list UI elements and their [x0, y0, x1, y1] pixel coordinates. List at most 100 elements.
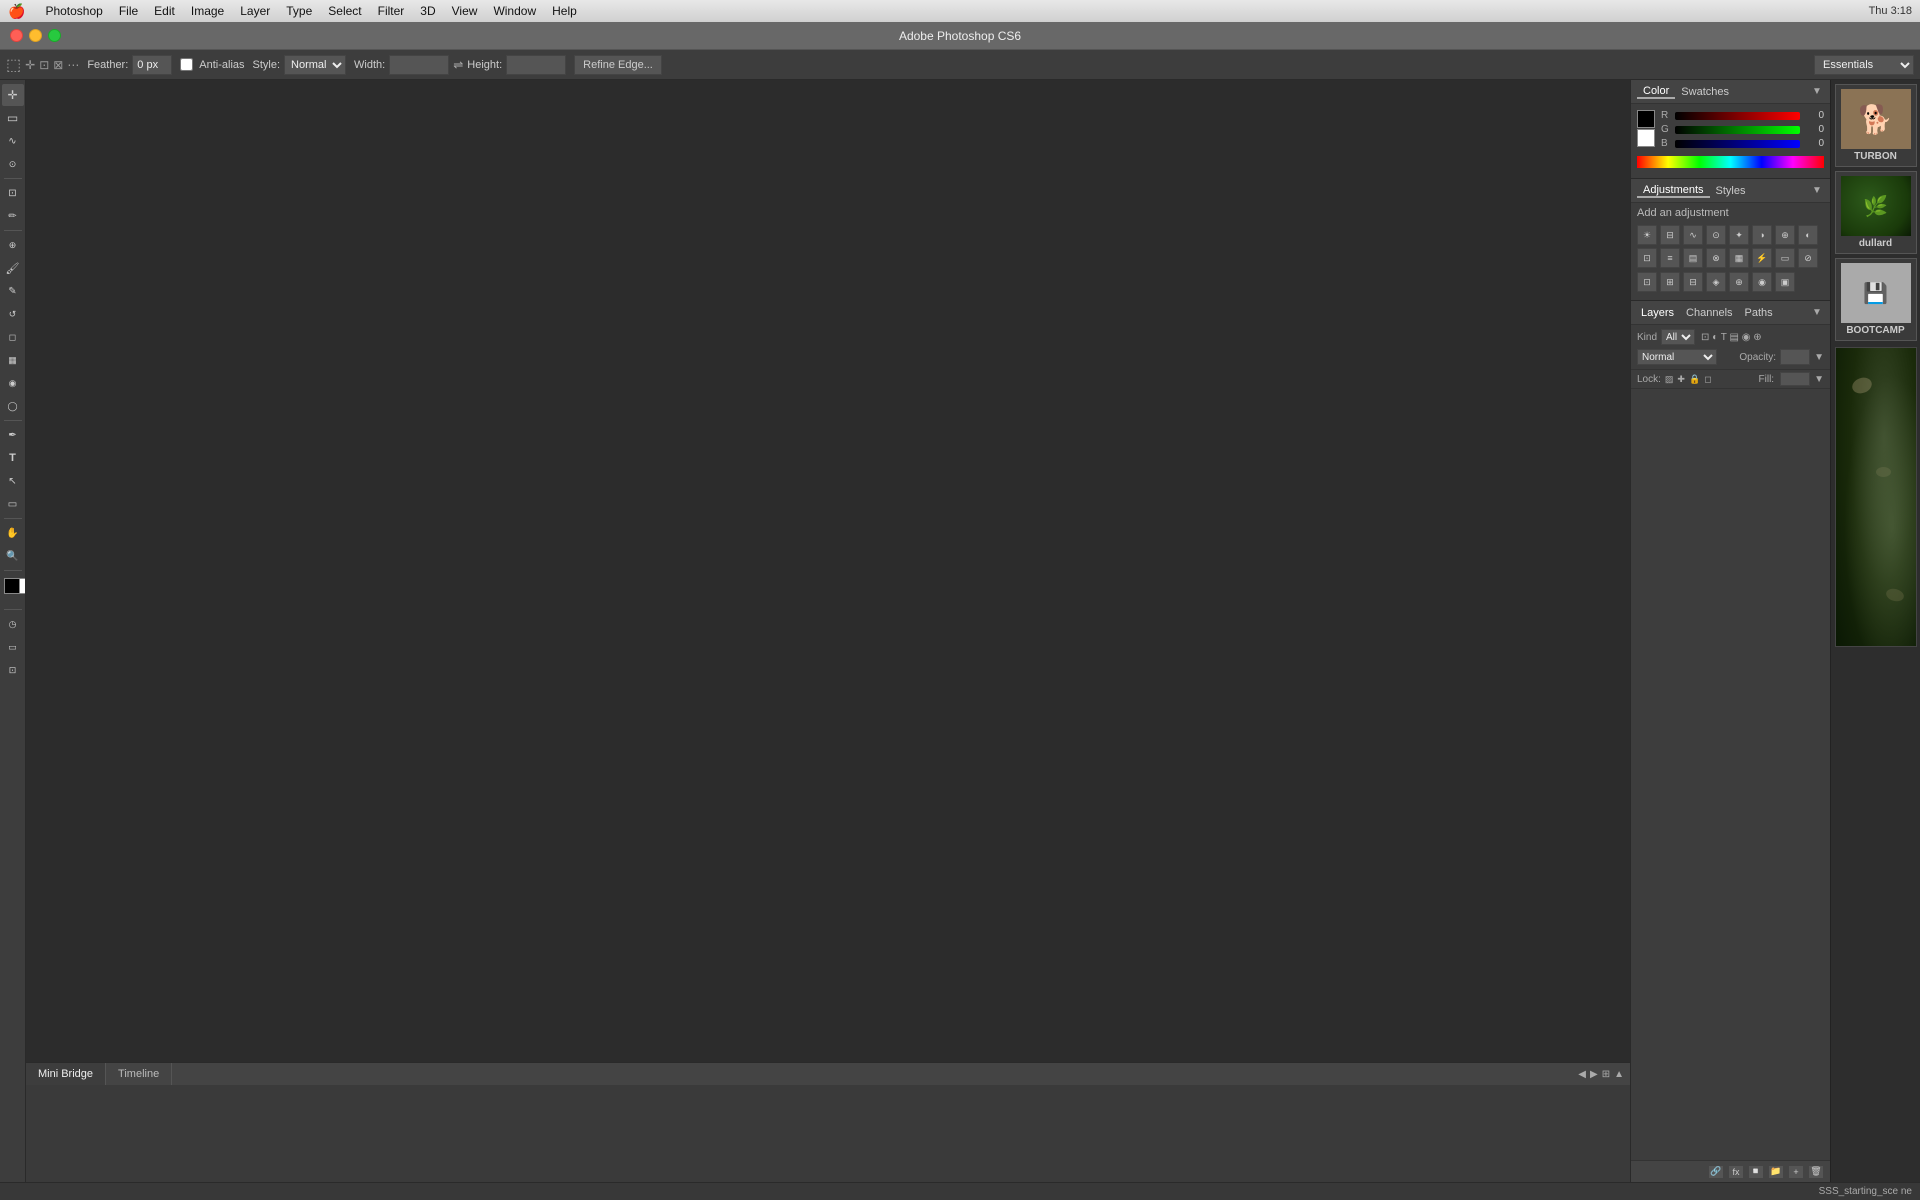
delete-layer-btn[interactable]: 🗑	[1808, 1165, 1824, 1179]
blend-mode-select[interactable]: Normal	[1637, 349, 1717, 365]
add-style-btn[interactable]: fx	[1728, 1165, 1744, 1179]
quick-mask-toggle[interactable]: ◷	[2, 613, 24, 635]
paths-tab[interactable]: Paths	[1741, 307, 1777, 319]
lock-position-icon[interactable]: ✚	[1677, 374, 1685, 385]
history-brush-tool[interactable]: ↺	[2, 303, 24, 325]
menu-type[interactable]: Type	[278, 0, 320, 22]
selective-color-icon[interactable]: ⊘	[1798, 248, 1818, 268]
panel-expand-icon[interactable]: ▲	[1614, 1069, 1624, 1080]
lock-all-icon[interactable]: 🔒	[1689, 374, 1700, 385]
fill-input[interactable]	[1780, 372, 1810, 386]
r-slider[interactable]	[1675, 112, 1800, 120]
type-tool[interactable]: T	[2, 447, 24, 469]
maximize-button[interactable]	[48, 29, 61, 42]
foreground-color[interactable]	[4, 578, 20, 594]
invert-icon[interactable]: ⊗	[1706, 248, 1726, 268]
menu-3d[interactable]: 3D	[412, 0, 443, 22]
adj-btn-4[interactable]: ◈	[1706, 272, 1726, 292]
adj-btn-6[interactable]: ◉	[1752, 272, 1772, 292]
opacity-dropdown-icon[interactable]: ▼	[1814, 352, 1824, 363]
hand-tool[interactable]: ✋	[2, 522, 24, 544]
opacity-input[interactable]	[1780, 349, 1810, 365]
gradient-map-icon[interactable]: ▭	[1775, 248, 1795, 268]
layers-panel-collapse[interactable]: ▼	[1812, 307, 1824, 319]
fill-dropdown-icon[interactable]: ▼	[1814, 374, 1824, 385]
apple-menu[interactable]: 🍎	[8, 3, 25, 20]
dullard-card[interactable]: 🌿 dullard	[1835, 171, 1917, 254]
dodge-tool[interactable]: ◯	[2, 395, 24, 417]
bootcamp-card[interactable]: 💾 BOOTCAMP	[1835, 258, 1917, 341]
color-lookup-icon[interactable]: ▤	[1683, 248, 1703, 268]
menu-layer[interactable]: Layer	[232, 0, 278, 22]
menu-window[interactable]: Window	[485, 0, 544, 22]
mini-bridge-tab[interactable]: Mini Bridge	[26, 1063, 106, 1085]
adj-btn-1[interactable]: ⊡	[1637, 272, 1657, 292]
levels-icon[interactable]: ⊟	[1660, 225, 1680, 245]
channel-mixer-icon[interactable]: ≡	[1660, 248, 1680, 268]
adj-btn-2[interactable]: ⊞	[1660, 272, 1680, 292]
swatches-tab[interactable]: Swatches	[1675, 86, 1735, 98]
quick-select-tool[interactable]: ⊙	[2, 153, 24, 175]
layers-content[interactable]	[1631, 389, 1830, 1160]
menu-view[interactable]: View	[444, 0, 486, 22]
menu-file[interactable]: File	[111, 0, 146, 22]
panel-left-arrow[interactable]: ◀	[1578, 1069, 1586, 1080]
bg-swatch[interactable]	[1637, 129, 1655, 147]
turbon-card[interactable]: 🐕 TURBON	[1835, 84, 1917, 167]
channels-tab[interactable]: Channels	[1682, 307, 1736, 319]
fg-swatch[interactable]	[1637, 110, 1655, 128]
color-panel-collapse[interactable]: ▼	[1812, 86, 1824, 98]
more-icon[interactable]: ⋯	[67, 58, 79, 72]
vibrance-icon[interactable]: ✦	[1729, 225, 1749, 245]
shape-tool[interactable]: ▭	[2, 493, 24, 515]
healing-brush-tool[interactable]: ⊕	[2, 234, 24, 256]
menu-help[interactable]: Help	[544, 0, 585, 22]
height-input[interactable]	[506, 55, 566, 75]
width-input[interactable]	[389, 55, 449, 75]
link-layers-btn[interactable]: 🔗	[1708, 1165, 1724, 1179]
selection-tool-icon[interactable]: ⬚	[6, 55, 21, 75]
crop-tool[interactable]: ⊡	[2, 182, 24, 204]
panel-grid-icon[interactable]: ⊞	[1602, 1069, 1610, 1080]
brush-tool[interactable]: 🖌	[2, 257, 24, 279]
subtract-icon[interactable]: ⊡	[39, 58, 49, 72]
adj-btn-7[interactable]: ▣	[1775, 272, 1795, 292]
move-tool[interactable]: ✛	[2, 84, 24, 106]
panel-right-arrow[interactable]: ▶	[1590, 1069, 1598, 1080]
clone-stamp-tool[interactable]: ✎	[2, 280, 24, 302]
exposure-icon[interactable]: ⊙	[1706, 225, 1726, 245]
lock-artboard-icon[interactable]: ◻	[1704, 374, 1711, 385]
hue-saturation-icon[interactable]: ◑	[1752, 225, 1772, 245]
screen-mode-toggle[interactable]: ▭	[2, 636, 24, 658]
new-group-btn[interactable]: 📁	[1768, 1165, 1784, 1179]
black-white-icon[interactable]: ◐	[1798, 225, 1818, 245]
menu-filter[interactable]: Filter	[370, 0, 413, 22]
menu-edit[interactable]: Edit	[146, 0, 183, 22]
eyedropper-tool[interactable]: ✏	[2, 205, 24, 227]
adjustments-tab[interactable]: Adjustments	[1637, 184, 1710, 198]
timeline-tab[interactable]: Timeline	[106, 1063, 172, 1085]
adj-btn-5[interactable]: ⊕	[1729, 272, 1749, 292]
zoom-tool[interactable]: 🔍	[2, 545, 24, 567]
menu-image[interactable]: Image	[183, 0, 232, 22]
lasso-tool[interactable]: ∿	[2, 130, 24, 152]
threshold-icon[interactable]: ⚡	[1752, 248, 1772, 268]
blur-tool[interactable]: ◉	[2, 372, 24, 394]
curves-icon[interactable]: ∿	[1683, 225, 1703, 245]
g-slider[interactable]	[1675, 126, 1800, 134]
intersect-icon[interactable]: ⊠	[53, 58, 63, 72]
menu-photoshop[interactable]: Photoshop	[37, 0, 110, 22]
eraser-tool[interactable]: ◻	[2, 326, 24, 348]
style-select[interactable]: Normal	[284, 55, 346, 75]
path-select-tool[interactable]: ↖	[2, 470, 24, 492]
b-slider[interactable]	[1675, 140, 1800, 148]
styles-tab[interactable]: Styles	[1710, 185, 1752, 197]
new-layer-btn[interactable]: +	[1788, 1165, 1804, 1179]
add-mask-btn[interactable]: ◽	[1748, 1165, 1764, 1179]
essentials-select[interactable]: Essentials	[1814, 55, 1914, 75]
brightness-contrast-icon[interactable]: ☀	[1637, 225, 1657, 245]
color-balance-icon[interactable]: ⊕	[1775, 225, 1795, 245]
layers-tab[interactable]: Layers	[1637, 307, 1678, 319]
adj-btn-3[interactable]: ⊟	[1683, 272, 1703, 292]
swap-dimensions-icon[interactable]: ⇌	[453, 58, 463, 72]
